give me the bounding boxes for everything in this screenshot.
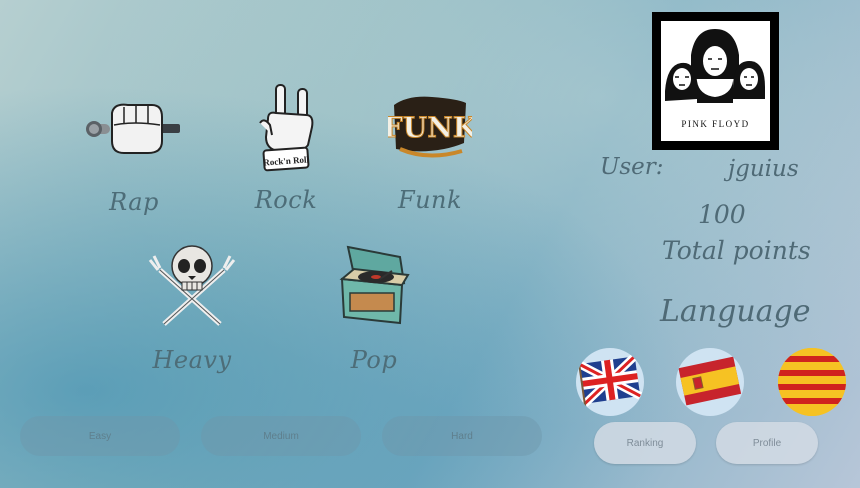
turntable-icon xyxy=(324,236,424,336)
catalonia-flag-button[interactable] xyxy=(778,348,846,416)
points-value: 100 xyxy=(698,200,746,229)
easy-button[interactable]: Easy xyxy=(20,416,180,456)
avatar-caption: PINK FLOYD xyxy=(681,119,750,129)
genre-funk[interactable]: FUNK Funk xyxy=(370,76,490,214)
genre-heavy[interactable]: Heavy xyxy=(132,236,252,374)
language-label: Language xyxy=(660,294,811,329)
avatar-image: PINK FLOYD xyxy=(661,21,770,141)
genre-rap[interactable]: Rap xyxy=(74,78,194,216)
band-portrait-icon xyxy=(665,29,765,103)
profile-avatar[interactable]: PINK FLOYD xyxy=(652,12,779,150)
genre-label-heavy: Heavy xyxy=(152,346,232,374)
medium-button[interactable]: Medium xyxy=(201,416,361,456)
user-label: User: xyxy=(600,154,664,180)
genre-rock[interactable]: Rock'n Roll Rock xyxy=(226,76,346,214)
genre-label-pop: Pop xyxy=(350,346,398,374)
skull-crossbones-icon xyxy=(142,236,242,336)
hard-button[interactable]: Hard xyxy=(382,416,542,456)
spain-flag-button[interactable] xyxy=(676,348,744,416)
genre-pop[interactable]: Pop xyxy=(314,236,434,374)
rock-hand-icon: Rock'n Roll xyxy=(236,76,336,176)
united-kingdom-flag-icon xyxy=(577,353,643,412)
genre-label-rock: Rock xyxy=(254,186,318,214)
catalonia-flag-icon xyxy=(778,348,846,416)
genre-label-rap: Rap xyxy=(109,188,159,216)
microphone-fist-icon xyxy=(84,78,184,178)
points-label: Total points xyxy=(662,236,811,265)
funk-badge-text: FUNK xyxy=(388,111,472,144)
united-kingdom-flag-button[interactable] xyxy=(576,348,644,416)
genre-label-funk: Funk xyxy=(397,186,463,214)
funk-logo-icon: FUNK xyxy=(380,76,480,176)
ranking-button[interactable]: Ranking xyxy=(594,422,696,464)
spain-flag-icon xyxy=(678,356,742,406)
username: jguius xyxy=(728,156,799,182)
profile-button[interactable]: Profile xyxy=(716,422,818,464)
